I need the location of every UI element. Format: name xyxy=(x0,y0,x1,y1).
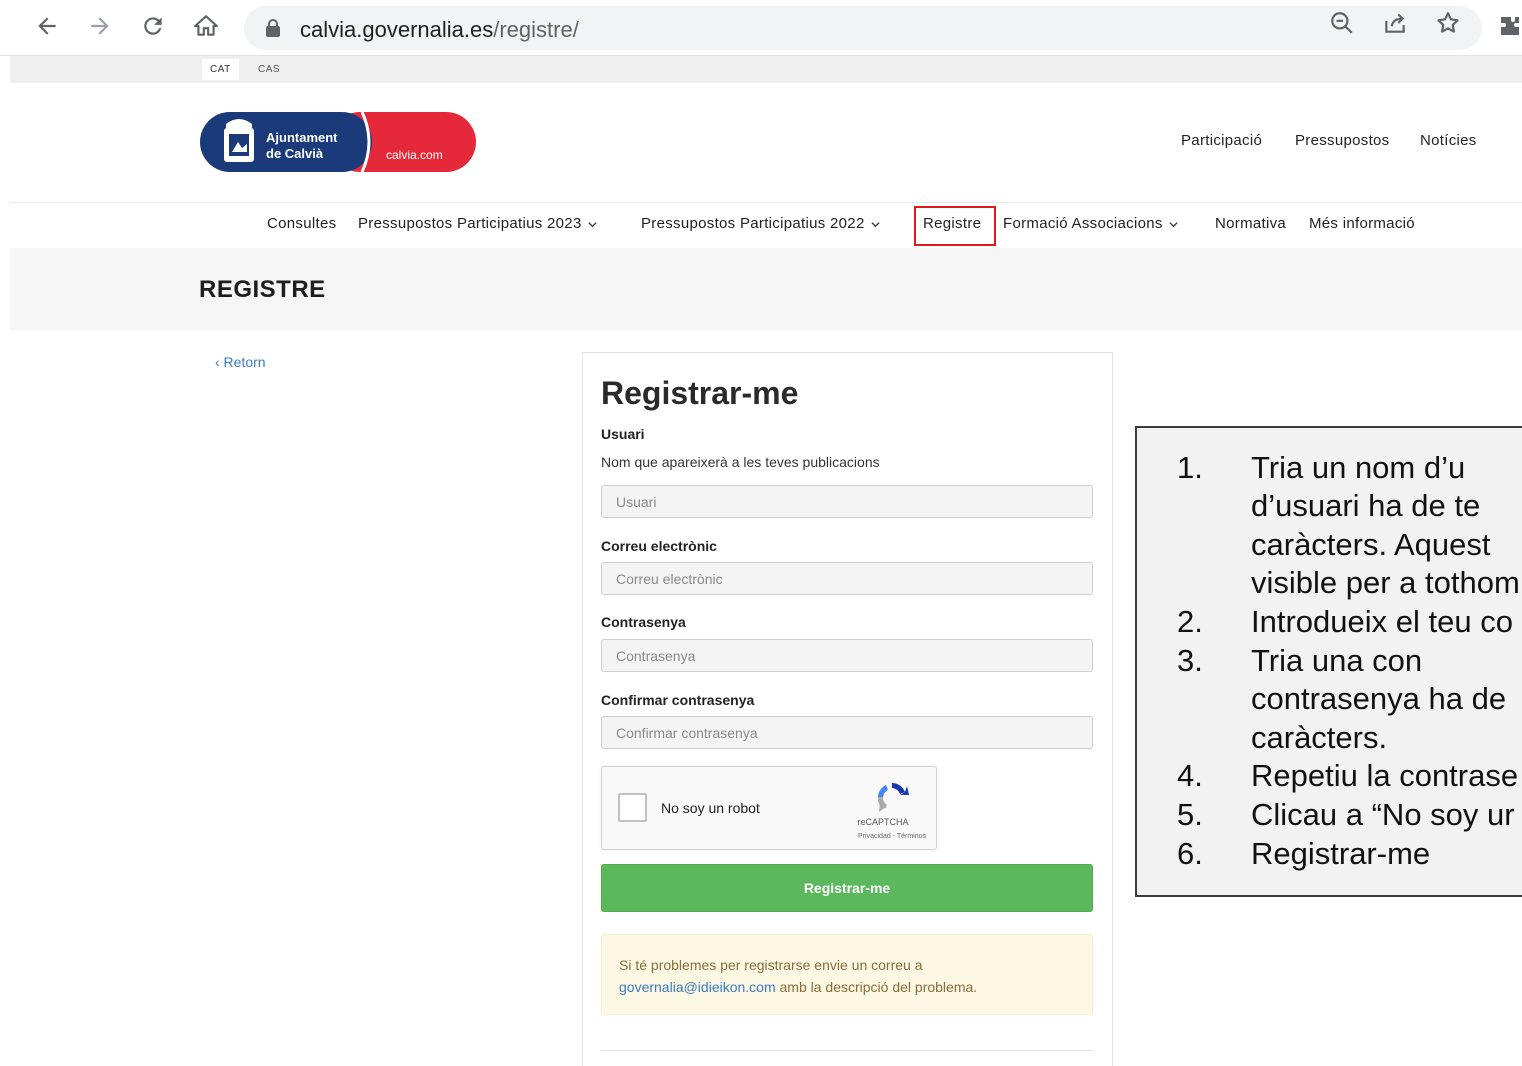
reload-icon[interactable] xyxy=(137,10,169,42)
nav-label: Pressupostos Participatius 2023 xyxy=(358,215,582,232)
alert-text-2: amb la descripció del problema. xyxy=(775,979,978,995)
chevron-down-icon xyxy=(588,221,597,227)
chevron-down-icon xyxy=(1169,221,1178,227)
instruction-line: Repetiu la contrase xyxy=(1251,758,1519,793)
nav-registre[interactable]: Registre xyxy=(923,215,981,232)
bookmark-star-icon[interactable] xyxy=(1435,10,1461,36)
confirm-password-label: Confirmar contrasenya xyxy=(601,692,755,708)
svg-text:calvia.com: calvia.com xyxy=(386,148,443,162)
ajuntament-calvia-logo[interactable]: Ajuntament de Calvià calvia.com xyxy=(200,112,476,172)
step-number: 2. xyxy=(1177,604,1203,639)
nav-pressupostos-2023[interactable]: Pressupostos Participatius 2023 xyxy=(358,215,597,232)
svg-text:de Calvià: de Calvià xyxy=(266,146,324,161)
step-number: 6. xyxy=(1177,836,1203,871)
share-icon[interactable] xyxy=(1382,10,1408,36)
zoom-icon[interactable] xyxy=(1329,10,1355,36)
password-label: Contrasenya xyxy=(601,614,686,630)
nav-consultes[interactable]: Consultes xyxy=(267,215,336,232)
instruction-line: caràcters. xyxy=(1251,720,1388,755)
recaptcha-label: No soy un robot xyxy=(661,800,760,816)
lang-cas[interactable]: CAS xyxy=(250,59,288,80)
nav-label: Més informació xyxy=(1309,215,1415,232)
browser-toolbar: calvia.governalia.es/registre/ xyxy=(0,0,1522,56)
recaptcha-widget: No soy un robot reCAPTCHA Privacidad - T… xyxy=(601,766,937,850)
top-menu-noticies[interactable]: Notícies xyxy=(1420,132,1477,149)
recaptcha-logo-icon xyxy=(877,783,909,812)
lang-cat[interactable]: CAT xyxy=(202,59,239,80)
support-email-link[interactable]: governalia@idieikon.com xyxy=(619,979,776,995)
nav-formacio-associacions[interactable]: Formació Associacions xyxy=(1003,215,1178,232)
email-input[interactable] xyxy=(601,562,1093,595)
nav-label: Registre xyxy=(923,215,982,232)
top-menu-pressupostos[interactable]: Pressupostos xyxy=(1295,132,1389,149)
step-number: 4. xyxy=(1177,758,1203,793)
card-divider xyxy=(601,1050,1093,1051)
back-icon[interactable] xyxy=(31,10,63,42)
password-input[interactable] xyxy=(601,639,1093,672)
nav-normativa[interactable]: Normativa xyxy=(1215,215,1286,232)
nav-label: Consultes xyxy=(267,215,337,232)
confirm-password-input[interactable] xyxy=(601,716,1093,749)
recaptcha-links[interactable]: Privacidad - Términos xyxy=(822,833,926,840)
recaptcha-brand: reCAPTCHA xyxy=(857,817,909,827)
language-bar: CAT CAS xyxy=(10,56,1522,83)
home-icon[interactable] xyxy=(190,10,222,42)
page-title: REGISTRE xyxy=(199,276,326,303)
user-input[interactable] xyxy=(601,485,1093,518)
extensions-icon[interactable] xyxy=(1498,14,1522,38)
svg-text:Ajuntament: Ajuntament xyxy=(266,130,338,145)
step-number: 1. xyxy=(1177,450,1203,485)
url-text: calvia.governalia.es/registre/ xyxy=(300,17,579,42)
back-link[interactable]: ‹ Retorn xyxy=(215,354,266,370)
lock-icon xyxy=(266,19,280,37)
instruction-line: Registrar-me xyxy=(1251,836,1431,871)
chevron-down-icon xyxy=(871,221,880,227)
step-number: 3. xyxy=(1177,643,1203,678)
instruction-line: Tria una con xyxy=(1251,643,1423,678)
address-bar[interactable]: calvia.governalia.es/registre/ xyxy=(244,6,1482,50)
user-label: Usuari xyxy=(601,426,645,442)
recaptcha-checkbox[interactable] xyxy=(618,793,647,822)
instruction-line: Clicau a “No soy ur xyxy=(1251,797,1515,832)
nav-label: Normativa xyxy=(1215,215,1287,232)
nav-pressupostos-2022[interactable]: Pressupostos Participatius 2022 xyxy=(641,215,880,232)
instruction-line: Tria un nom d’u xyxy=(1251,450,1466,485)
form-title: Registrar-me xyxy=(601,375,799,411)
instructions-box: 1. Tria un nom d’u d’usuari ha de te car… xyxy=(1135,426,1522,897)
instruction-line: Introdueix el teu co xyxy=(1251,604,1513,639)
forward-icon[interactable] xyxy=(84,10,116,42)
alert-text: Si té problemes per registrarse envie un… xyxy=(619,957,923,973)
instruction-line: caràcters. Aquest xyxy=(1251,527,1491,562)
nav-label: Formació Associacions xyxy=(1003,215,1163,232)
register-submit-button[interactable]: Registrar-me xyxy=(601,864,1093,912)
header-divider xyxy=(10,202,1522,203)
email-label: Correu electrònic xyxy=(601,538,717,554)
user-help-text: Nom que apareixerà a les teves publicaci… xyxy=(601,454,880,470)
step-number: 5. xyxy=(1177,797,1203,832)
instruction-line: visible per a tothom xyxy=(1251,565,1520,600)
instruction-line: contrasenya ha de xyxy=(1251,681,1507,716)
nav-mes-informacio[interactable]: Més informació xyxy=(1309,215,1415,232)
top-menu-participacio[interactable]: Participació xyxy=(1181,132,1262,149)
help-alert: Si té problemes per registrarse envie un… xyxy=(601,934,1093,1015)
nav-label: Pressupostos Participatius 2022 xyxy=(641,215,865,232)
instruction-line: d’usuari ha de te xyxy=(1251,488,1481,523)
